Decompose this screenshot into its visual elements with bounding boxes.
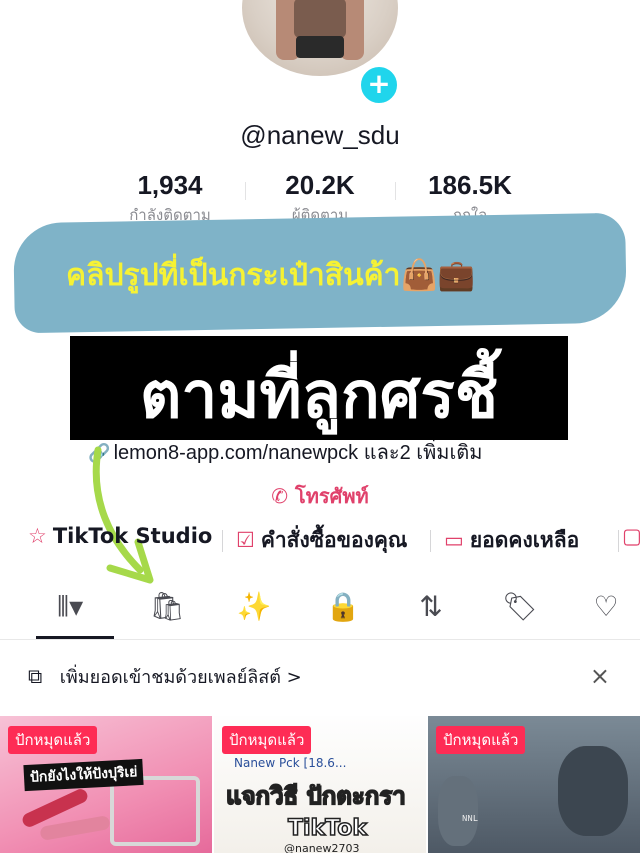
lock-icon: 🔒 <box>325 590 361 623</box>
overlay-black-text: ตามที่ลูกศรชี้ <box>139 359 499 433</box>
shopping-bag-icon: ▢ <box>622 524 640 548</box>
divider <box>430 530 431 552</box>
stat-value: 20.2K <box>285 170 355 200</box>
video-caption: แจกวิธี ปักตะกรา <box>225 781 406 811</box>
profile-tabs: ⦀▾ 🛍 ✨ 🔒 ⇅ 🏷 ♡ <box>0 584 640 640</box>
phone-icon: ✆ <box>271 484 289 508</box>
thumbnail-graphic <box>438 776 478 846</box>
tab-reposts[interactable]: ⇅ <box>399 584 463 636</box>
tab-private[interactable]: 🔒 <box>311 584 375 636</box>
username: @nanew_sdu <box>240 120 400 150</box>
creator-tools-row: ☆ TikTok Studio ☑ คำสั่งซื้อของคุณ ▭ ยอดคงเ… <box>24 524 640 560</box>
magic-wand-icon: ✨ <box>236 590 272 623</box>
close-icon[interactable]: × <box>590 662 610 690</box>
tool-tiktok-studio[interactable]: ☆ TikTok Studio <box>28 524 212 548</box>
divider <box>222 530 223 552</box>
bookmark-icon: 🏷 <box>502 590 538 623</box>
repost-icon: ⇅ <box>419 590 443 623</box>
playlist-icon: ⧉ <box>28 664 43 688</box>
wallet-icon: ▭ <box>444 528 464 552</box>
person-star-icon: ☆ <box>28 524 47 548</box>
video-thumbnail[interactable]: Nanew Pck [18.6... แจกวิธี ปักตะกรา TikT… <box>214 716 426 853</box>
playlist-text: เพิ่มยอดเข้าชมด้วยเพลย์ลิสต์ > <box>59 667 302 688</box>
video-handle: @nanew2703 <box>284 842 360 853</box>
video-small-text: NNL <box>462 814 479 824</box>
tool-label: ยอดคงเหลือ <box>469 528 580 552</box>
tool-more[interactable]: ▢ <box>622 524 640 548</box>
shopping-bag-icon: 🛍 <box>149 590 185 623</box>
video-thumbnail[interactable]: NNL ปักหมุดแล้ว <box>428 716 640 853</box>
overlay-banner-text: คลิปรูปที่เป็นกระเป๋าสินค้า👜💼 <box>66 258 476 293</box>
pointer-arrow-icon <box>92 446 154 584</box>
avatar-photo-detail <box>296 36 344 58</box>
stat-following[interactable]: 1,934 กำลังติดตาม <box>95 170 245 227</box>
divider <box>395 182 396 200</box>
stat-value: 186.5K <box>428 170 512 200</box>
heart-icon: ♡ <box>593 590 619 623</box>
phone-label: โทรศัพท์ <box>295 484 369 508</box>
tool-label: คำสั่งซื้อของคุณ <box>260 528 408 552</box>
video-subtitle: Nanew Pck [18.6... <box>234 756 347 770</box>
pinned-badge: ปักหมุดแล้ว <box>8 726 98 754</box>
playlist-prompt[interactable]: ⧉ เพิ่มยอดเข้าชมด้วยเพลย์ลิสต์ > × <box>28 662 618 696</box>
thumbnail-graphic <box>110 776 200 846</box>
pinned-badge: ปักหมุดแล้ว <box>222 726 312 754</box>
tab-videos[interactable]: ⦀▾ <box>38 584 102 636</box>
tab-favorites[interactable]: 🏷 <box>488 584 552 636</box>
divider <box>245 182 246 200</box>
pinned-badge: ปักหมุดแล้ว <box>436 726 526 754</box>
stat-value: 1,934 <box>137 170 203 200</box>
video-caption-2: TikTok <box>287 815 368 842</box>
tab-liked[interactable]: ♡ <box>574 584 638 636</box>
thumbnail-graphic <box>558 746 628 836</box>
video-thumbnail[interactable]: ปักยังไงให้ปังปุริเย่ ปักหมุดแล้ว <box>0 716 212 853</box>
add-avatar-button[interactable]: + <box>358 64 400 106</box>
tab-shop[interactable]: 🛍 <box>135 584 199 636</box>
tool-balance[interactable]: ▭ ยอดคงเหลือ <box>444 524 579 557</box>
active-tab-indicator <box>36 636 114 639</box>
clipboard-check-icon: ☑ <box>236 528 255 552</box>
tool-orders[interactable]: ☑ คำสั่งซื้อของคุณ <box>236 524 407 557</box>
divider <box>618 530 619 552</box>
tab-effects[interactable]: ✨ <box>222 584 286 636</box>
thumbnail-graphic <box>39 815 111 841</box>
video-grid: ปักยังไงให้ปังปุริเย่ ปักหมุดแล้ว Nanew … <box>0 716 640 853</box>
grid-videos-icon: ⦀▾ <box>56 590 84 623</box>
avatar-photo-detail <box>294 0 346 38</box>
tool-label: TikTok Studio <box>52 524 213 548</box>
